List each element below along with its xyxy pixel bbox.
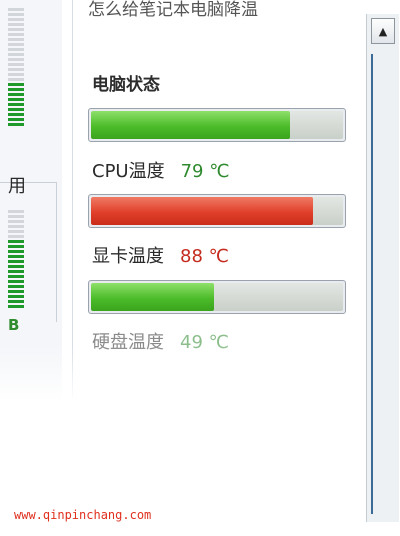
meter-segment bbox=[8, 240, 24, 243]
meter-segment bbox=[8, 113, 24, 116]
cpu-temp-row: CPU温度 79 ℃ bbox=[92, 157, 229, 183]
meter-segment bbox=[8, 300, 24, 303]
meter-segment bbox=[8, 210, 24, 213]
meter-segment bbox=[8, 280, 24, 283]
meter-segment bbox=[8, 83, 24, 86]
meter-segment bbox=[8, 123, 24, 126]
left-partial-unit: B bbox=[8, 316, 20, 334]
gpu-temp-bar bbox=[88, 194, 346, 228]
meter-segment bbox=[8, 13, 24, 16]
scroll-track[interactable] bbox=[371, 54, 373, 514]
meter-segment bbox=[8, 285, 24, 288]
meter-segment bbox=[8, 235, 24, 238]
meter-segment bbox=[8, 53, 24, 56]
vertical-scrollbar[interactable]: ▲ bbox=[366, 14, 399, 522]
meter-segment bbox=[8, 43, 24, 46]
gpu-temp-row: 显卡温度 88 ℃ bbox=[92, 242, 229, 268]
scroll-up-button[interactable]: ▲ bbox=[371, 18, 395, 44]
meter-segment bbox=[8, 63, 24, 66]
disk-temp-fill bbox=[91, 283, 215, 311]
status-heading: 电脑状态 bbox=[92, 75, 160, 95]
gpu-temp-value: 88 ℃ bbox=[180, 246, 229, 267]
meter-segment bbox=[8, 118, 24, 121]
meter-segment bbox=[8, 93, 24, 96]
meter-segment bbox=[8, 68, 24, 71]
meter-segment bbox=[8, 215, 24, 218]
group-border-vertical bbox=[56, 182, 57, 322]
meter-segment bbox=[8, 260, 24, 263]
watermark: www.qinpinchang.com bbox=[14, 508, 152, 522]
meter-segment bbox=[8, 245, 24, 248]
meter-segment bbox=[8, 265, 24, 268]
meter-segment bbox=[8, 18, 24, 21]
gpu-temp-label: 显卡温度 bbox=[92, 246, 164, 267]
meter-segment bbox=[8, 230, 24, 233]
gpu-temp-fill bbox=[91, 197, 313, 225]
meter-segment bbox=[8, 103, 24, 106]
meter-segment bbox=[8, 23, 24, 26]
meter-segment bbox=[8, 98, 24, 101]
cpu-temp-fill bbox=[91, 111, 291, 139]
cpu-temp-bar bbox=[88, 108, 346, 142]
meter-segment bbox=[8, 88, 24, 91]
meter-segment bbox=[8, 295, 24, 298]
cpu-temp-label: CPU温度 bbox=[92, 161, 165, 182]
meter-segment bbox=[8, 305, 24, 308]
meter-segment bbox=[8, 290, 24, 293]
meter-segment bbox=[8, 250, 24, 253]
meter-segment bbox=[8, 28, 24, 31]
disk-temp-bar bbox=[88, 280, 346, 314]
meter-segment bbox=[8, 38, 24, 41]
meter-segment bbox=[8, 48, 24, 51]
meter-segment bbox=[8, 33, 24, 36]
arrow-up-icon: ▲ bbox=[378, 24, 388, 38]
usage-meter-bottom bbox=[8, 210, 24, 310]
page-title-partial: 怎么给笔记本电脑降温 bbox=[88, 0, 258, 20]
left-partial-label: 用 bbox=[8, 176, 26, 197]
meter-segment bbox=[8, 108, 24, 111]
meter-segment bbox=[8, 225, 24, 228]
meter-segment bbox=[8, 220, 24, 223]
meter-segment bbox=[8, 275, 24, 278]
meter-segment bbox=[8, 73, 24, 76]
meter-segment bbox=[8, 255, 24, 258]
meter-segment bbox=[8, 58, 24, 61]
meter-segment bbox=[8, 8, 24, 11]
cpu-temp-value: 79 ℃ bbox=[180, 161, 230, 182]
meter-segment bbox=[8, 78, 24, 81]
usage-meter-top bbox=[8, 8, 24, 128]
meter-segment bbox=[8, 270, 24, 273]
